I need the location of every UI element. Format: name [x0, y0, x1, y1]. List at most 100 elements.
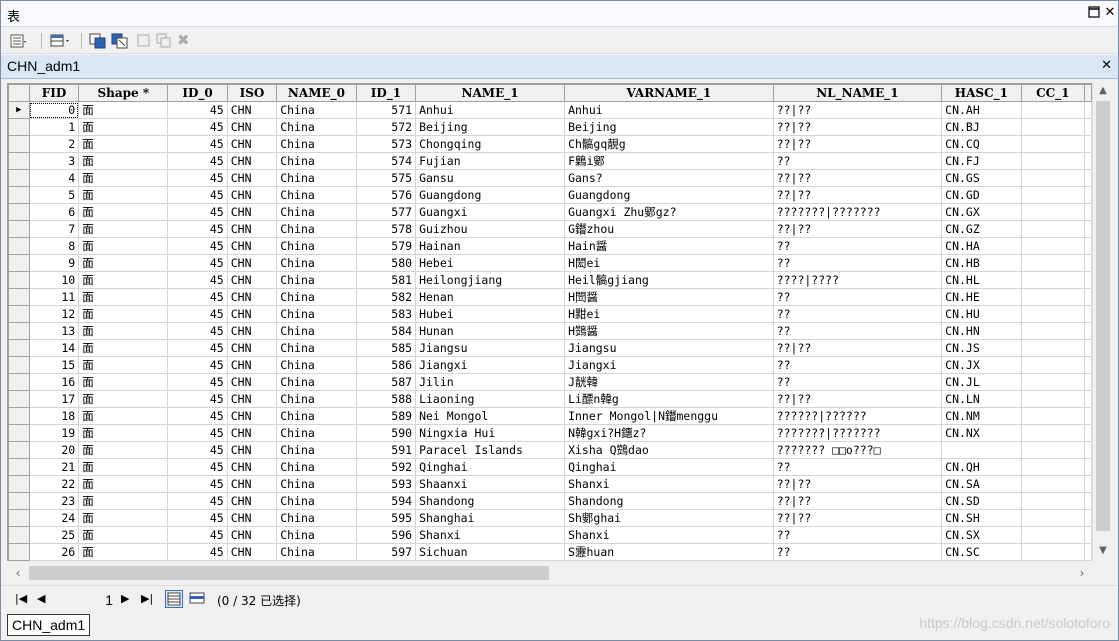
- table-cell[interactable]: Heilongjiang: [415, 271, 566, 289]
- column-header-name-0[interactable]: NAME_0: [276, 84, 357, 102]
- table-cell[interactable]: ????|????: [772, 271, 943, 289]
- table-row[interactable]: 2 面 45 CHN China 573 Chongqing Ch髇gq靚g ??|?? CN.C…: [8, 135, 1092, 153]
- table-cell[interactable]: CN.HN: [941, 322, 1022, 340]
- table-cell[interactable]: [1020, 305, 1086, 323]
- column-header-varname-1[interactable]: VARNAME_1: [564, 84, 774, 102]
- row-selector[interactable]: [8, 356, 30, 374]
- table-row[interactable]: 9 面 45 CHN China 580 Hebei H閎ei?? CN.HB: [8, 254, 1092, 272]
- table-cell[interactable]: Ningxia Hui: [415, 424, 566, 442]
- table-cell[interactable]: 588: [355, 390, 417, 408]
- table-cell[interactable]: 2: [28, 135, 80, 153]
- table-cell[interactable]: 45: [167, 152, 228, 170]
- table-cell[interactable]: [1020, 543, 1086, 561]
- table-cell[interactable]: 45: [167, 356, 228, 374]
- table-cell[interactable]: 面: [78, 441, 169, 459]
- table-cell[interactable]: 574: [355, 152, 417, 170]
- row-selector[interactable]: [8, 305, 30, 323]
- row-selector[interactable]: [8, 407, 30, 425]
- table-cell[interactable]: [1020, 339, 1086, 357]
- table-cell[interactable]: [1020, 152, 1086, 170]
- scroll-right-icon[interactable]: ›: [1073, 563, 1091, 583]
- table-row[interactable]: 21 面 45 CHN China 592 Qinghai Qinghai?? CN.QH: [8, 458, 1092, 476]
- table-cell[interactable]: 面: [78, 101, 169, 119]
- table-cell[interactable]: 0: [28, 101, 80, 119]
- table-cell[interactable]: CHN: [226, 152, 278, 170]
- table-cell[interactable]: 45: [167, 203, 228, 221]
- table-cell[interactable]: 3: [28, 152, 80, 170]
- current-record-input[interactable]: [49, 591, 113, 609]
- row-selector[interactable]: [8, 118, 30, 136]
- show-all-records-icon[interactable]: [165, 590, 183, 608]
- table-cell[interactable]: Nei Mongol: [415, 407, 566, 425]
- table-cell[interactable]: 25: [28, 526, 80, 544]
- table-cell[interactable]: [1020, 475, 1086, 493]
- table-row[interactable]: ▶ 0 面 45 CHN China 571 Anhui Anhui ??|?? CN.AH: [8, 101, 1092, 119]
- table-cell[interactable]: 45: [167, 475, 228, 493]
- table-cell[interactable]: Shanxi: [564, 526, 774, 544]
- table-cell[interactable]: 17: [28, 390, 80, 408]
- table-cell[interactable]: [1020, 186, 1086, 204]
- table-cell[interactable]: China: [276, 339, 357, 357]
- table-cell[interactable]: CHN: [226, 203, 278, 221]
- table-cell[interactable]: 7: [28, 220, 80, 238]
- row-selector[interactable]: [8, 169, 30, 187]
- table-cell[interactable]: ??|??: [772, 101, 943, 119]
- table-cell[interactable]: ???????|???????: [772, 424, 943, 442]
- table-cell[interactable]: China: [276, 186, 357, 204]
- table-cell[interactable]: CHN: [226, 441, 278, 459]
- table-cell[interactable]: CN.HE: [941, 288, 1022, 306]
- row-selector[interactable]: [8, 203, 30, 221]
- select-header[interactable]: [8, 84, 30, 102]
- table-cell[interactable]: 面: [78, 373, 169, 391]
- table-cell[interactable]: 45: [167, 271, 228, 289]
- table-cell[interactable]: Guangdong: [564, 186, 774, 204]
- table-cell[interactable]: 572: [355, 118, 417, 136]
- table-cell[interactable]: [1020, 135, 1086, 153]
- table-cell[interactable]: 45: [167, 424, 228, 442]
- table-cell[interactable]: 面: [78, 339, 169, 357]
- table-row[interactable]: 25 面 45 CHN China 596 Shanxi Shanxi?? CN.SX: [8, 526, 1092, 544]
- table-cell[interactable]: 23: [28, 492, 80, 510]
- table-cell[interactable]: 面: [78, 390, 169, 408]
- table-cell[interactable]: 面: [78, 237, 169, 255]
- table-cell[interactable]: CHN: [226, 373, 278, 391]
- table-cell[interactable]: CHN: [226, 356, 278, 374]
- table-cell[interactable]: CN.HL: [941, 271, 1022, 289]
- table-cell[interactable]: 45: [167, 288, 228, 306]
- table-cell[interactable]: ??|??: [772, 492, 943, 510]
- row-selector[interactable]: [8, 441, 30, 459]
- table-cell[interactable]: Gans?: [564, 169, 774, 187]
- table-cell[interactable]: 593: [355, 475, 417, 493]
- table-cell[interactable]: 面: [78, 407, 169, 425]
- row-selector[interactable]: [8, 271, 30, 289]
- table-cell[interactable]: Liaoning: [415, 390, 566, 408]
- table-cell[interactable]: CN.SH: [941, 509, 1022, 527]
- table-row[interactable]: 24 面 45 CHN China 595 Shanghai Sh鄋ghai ??|?? CN.S…: [8, 509, 1092, 527]
- table-cell[interactable]: 面: [78, 135, 169, 153]
- table-cell[interactable]: Beijing: [564, 118, 774, 136]
- table-options-icon[interactable]: [9, 32, 27, 50]
- table-cell[interactable]: Xisha Q鷑dao: [564, 441, 774, 459]
- table-cell[interactable]: 45: [167, 458, 228, 476]
- table-cell[interactable]: 45: [167, 220, 228, 238]
- table-cell[interactable]: [1020, 322, 1086, 340]
- table-cell[interactable]: Jiangxi: [564, 356, 774, 374]
- table-cell[interactable]: ??: [772, 322, 943, 340]
- table-cell[interactable]: CHN: [226, 101, 278, 119]
- table-cell[interactable]: CN.HA: [941, 237, 1022, 255]
- table-cell[interactable]: Guangxi Zhu鄋gz?: [564, 203, 774, 221]
- table-cell[interactable]: China: [276, 135, 357, 153]
- table-cell[interactable]: 597: [355, 543, 417, 561]
- table-cell[interactable]: China: [276, 220, 357, 238]
- table-cell[interactable]: [1020, 509, 1086, 527]
- table-cell[interactable]: 面: [78, 475, 169, 493]
- table-cell[interactable]: [1020, 271, 1086, 289]
- table-cell[interactable]: H閎ei: [564, 254, 774, 272]
- table-cell[interactable]: CHN: [226, 339, 278, 357]
- table-cell[interactable]: N韓gxi?H鏸z?: [564, 424, 774, 442]
- table-cell[interactable]: 573: [355, 135, 417, 153]
- table-cell[interactable]: CHN: [226, 526, 278, 544]
- show-selected-records-icon[interactable]: [189, 590, 207, 608]
- table-cell[interactable]: 45: [167, 305, 228, 323]
- table-cell[interactable]: Anhui: [564, 101, 774, 119]
